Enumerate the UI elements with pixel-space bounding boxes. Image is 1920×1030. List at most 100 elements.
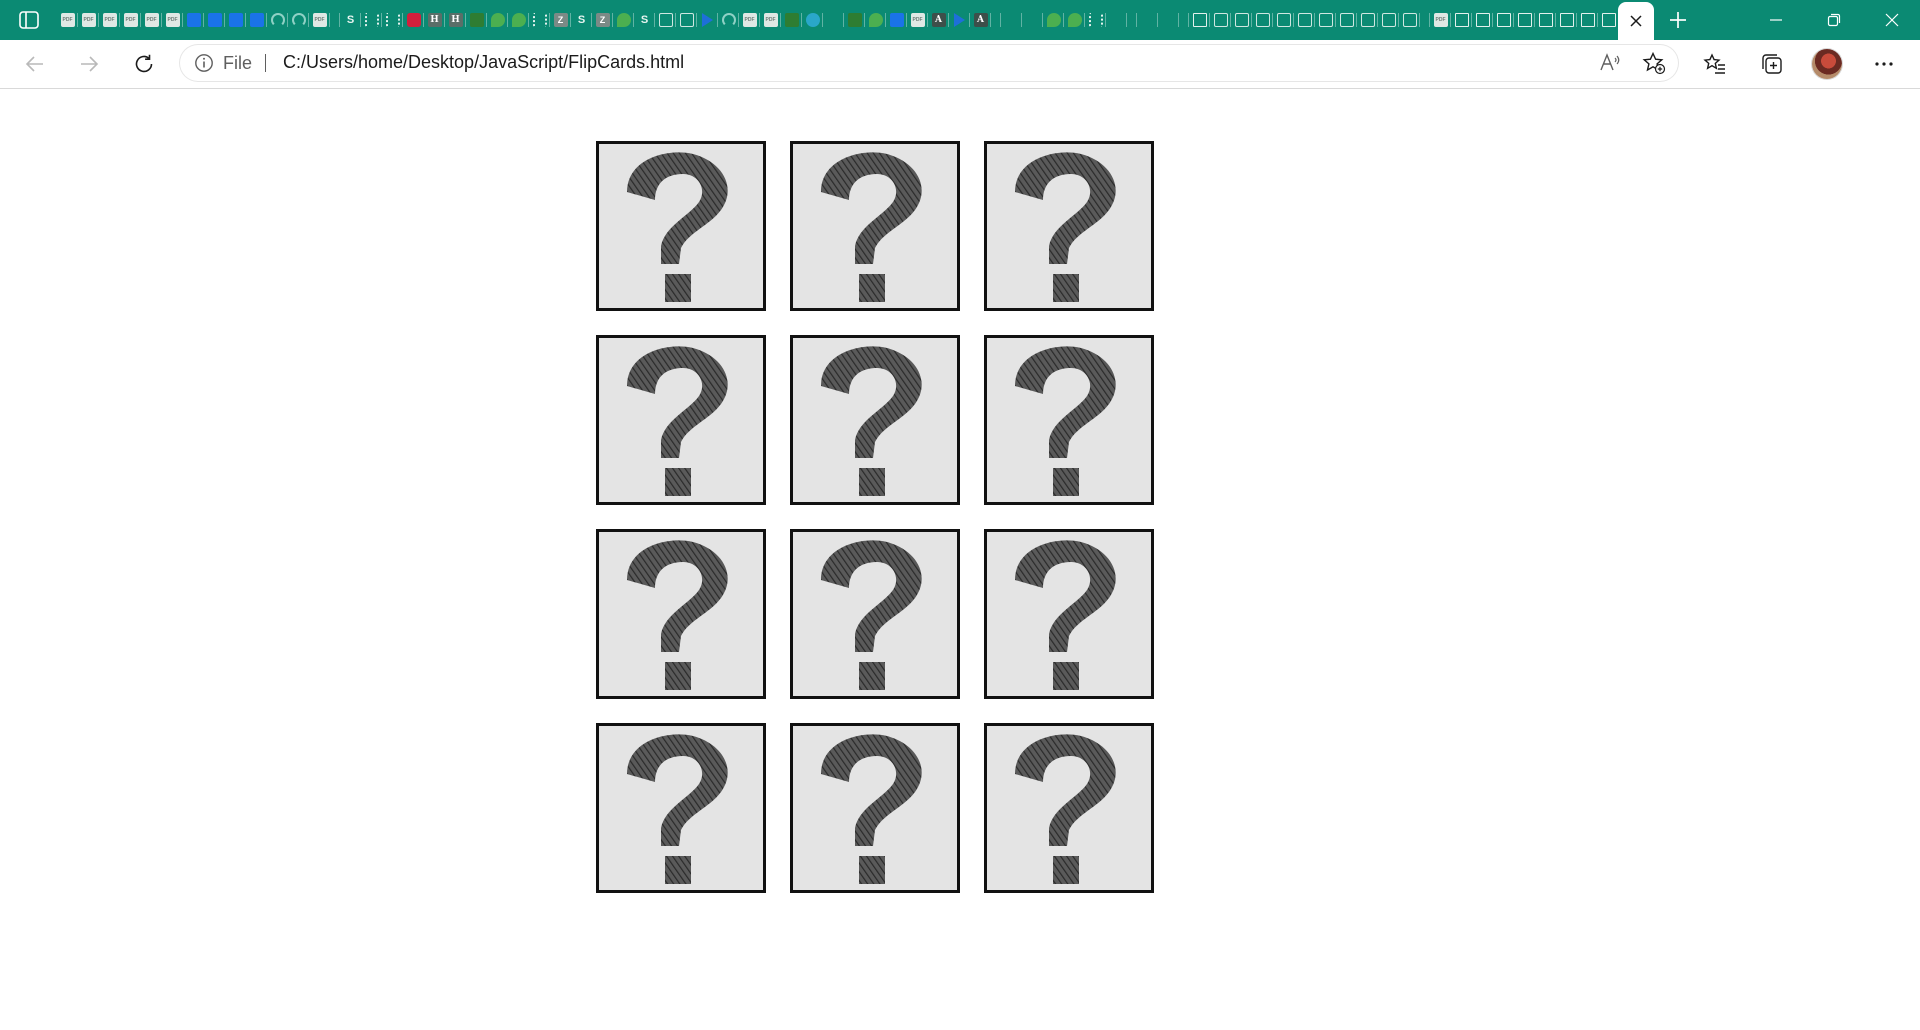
site-info-button[interactable]: File [194, 52, 252, 74]
browser-tab[interactable] [267, 4, 288, 36]
flip-card[interactable] [596, 529, 766, 699]
browser-tab[interactable]: PDF [907, 4, 928, 36]
browser-tab[interactable] [1556, 4, 1577, 36]
browser-tab[interactable] [781, 4, 802, 36]
restore-button[interactable] [1806, 0, 1862, 40]
browser-tab[interactable] [361, 4, 382, 36]
browser-tab[interactable] [1252, 4, 1273, 36]
flip-card[interactable] [790, 723, 960, 893]
browser-tab[interactable] [225, 4, 246, 36]
refresh-button[interactable] [128, 48, 160, 80]
browser-tab[interactable]: PDF [1430, 4, 1451, 36]
browser-tab[interactable] [676, 4, 697, 36]
browser-tab[interactable] [487, 4, 508, 36]
browser-tab[interactable]: PDF [309, 4, 330, 36]
close-tab-icon[interactable] [1629, 14, 1643, 28]
browser-tab[interactable] [1493, 4, 1514, 36]
flip-card[interactable] [596, 141, 766, 311]
browser-tab[interactable] [1451, 4, 1472, 36]
browser-tab[interactable] [246, 4, 267, 36]
forward-button[interactable] [73, 48, 105, 80]
browser-tab[interactable] [1231, 4, 1252, 36]
profile-avatar[interactable] [1812, 49, 1842, 79]
browser-tab[interactable] [1357, 4, 1378, 36]
browser-tab[interactable] [949, 4, 970, 36]
browser-tab[interactable] [1294, 4, 1315, 36]
add-favorite-button[interactable] [1642, 51, 1666, 75]
browser-tab[interactable]: PDF [120, 4, 141, 36]
browser-tab[interactable] [844, 4, 865, 36]
flip-card[interactable] [790, 529, 960, 699]
new-tab-button[interactable] [1664, 6, 1692, 34]
browser-tab[interactable] [1064, 4, 1085, 36]
browser-tab[interactable] [1210, 4, 1231, 36]
browser-tab[interactable] [1315, 4, 1336, 36]
minimize-button[interactable] [1748, 0, 1804, 40]
back-button[interactable] [19, 48, 51, 80]
browser-tab[interactable] [1158, 4, 1179, 36]
browser-tab[interactable] [802, 4, 823, 36]
browser-tab[interactable] [529, 4, 550, 36]
flip-card[interactable] [984, 723, 1154, 893]
browser-tab[interactable] [183, 4, 204, 36]
flip-card[interactable] [984, 529, 1154, 699]
browser-tab[interactable] [204, 4, 225, 36]
browser-tab[interactable] [1336, 4, 1357, 36]
flip-card[interactable] [596, 335, 766, 505]
flip-card[interactable] [790, 335, 960, 505]
browser-tab[interactable]: H [445, 4, 466, 36]
browser-tab[interactable] [403, 4, 424, 36]
browser-tab[interactable] [697, 4, 718, 36]
browser-tab[interactable] [1043, 4, 1064, 36]
browser-tab[interactable]: S [340, 4, 361, 36]
browser-tab[interactable] [1179, 4, 1189, 36]
browser-tab[interactable] [1378, 4, 1399, 36]
browser-tab[interactable] [1472, 4, 1493, 36]
browser-tab[interactable] [718, 4, 739, 36]
browser-tab[interactable]: A [970, 4, 991, 36]
browser-tab[interactable] [865, 4, 886, 36]
browser-tab[interactable] [288, 4, 309, 36]
browser-tab[interactable] [823, 4, 844, 36]
browser-tab[interactable]: PDF [57, 4, 78, 36]
browser-tab[interactable]: PDF [760, 4, 781, 36]
browser-tab[interactable] [1106, 4, 1127, 36]
browser-tab[interactable]: Z [550, 4, 571, 36]
browser-tab[interactable]: A [928, 4, 949, 36]
tab-actions-button[interactable] [16, 8, 42, 32]
browser-tab[interactable] [1189, 4, 1210, 36]
flip-card[interactable] [984, 141, 1154, 311]
browser-tab[interactable] [1535, 4, 1556, 36]
browser-tab[interactable] [613, 4, 634, 36]
browser-tab[interactable]: PDF [162, 4, 183, 36]
close-window-button[interactable] [1864, 0, 1920, 40]
browser-tab[interactable]: PDF [739, 4, 760, 36]
url-text[interactable]: C:/Users/home/Desktop/JavaScript/FlipCar… [283, 52, 684, 73]
browser-tab[interactable] [1001, 4, 1022, 36]
browser-tab[interactable]: PDF [78, 4, 99, 36]
flip-card[interactable] [596, 723, 766, 893]
browser-tab[interactable] [1127, 4, 1137, 36]
browser-tab[interactable] [1598, 4, 1618, 36]
browser-tab[interactable] [1577, 4, 1598, 36]
browser-tab[interactable]: Z [592, 4, 613, 36]
browser-tab[interactable] [1399, 4, 1420, 36]
browser-tab[interactable] [1420, 4, 1430, 36]
browser-tab[interactable] [655, 4, 676, 36]
browser-tab[interactable]: PDF [99, 4, 120, 36]
settings-more-button[interactable] [1868, 48, 1900, 80]
browser-tab[interactable] [466, 4, 487, 36]
browser-tab[interactable] [1514, 4, 1535, 36]
browser-tab[interactable] [1273, 4, 1294, 36]
browser-tab[interactable]: H [424, 4, 445, 36]
active-tab[interactable] [1618, 2, 1654, 40]
flip-card[interactable] [790, 141, 960, 311]
read-aloud-button[interactable] [1598, 51, 1622, 75]
browser-tab[interactable] [1022, 4, 1043, 36]
browser-tab[interactable] [330, 4, 340, 36]
browser-tab[interactable]: S [634, 4, 655, 36]
browser-tab[interactable] [1137, 4, 1158, 36]
browser-tab[interactable] [382, 4, 403, 36]
collections-button[interactable] [1756, 48, 1788, 80]
browser-tab[interactable] [1085, 4, 1106, 36]
